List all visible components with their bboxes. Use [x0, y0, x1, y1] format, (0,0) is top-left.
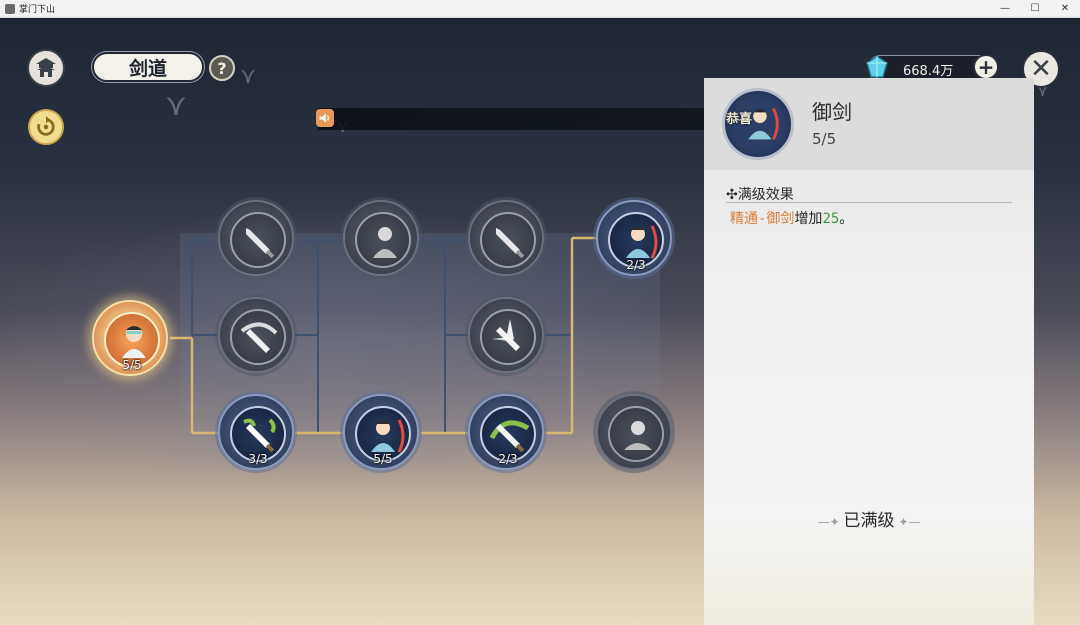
window-close-button[interactable]: ✕ — [1050, 0, 1080, 17]
swordsman-icon — [373, 227, 397, 258]
sword-icon — [496, 228, 525, 259]
skill-level-label: 3/3 — [248, 452, 268, 466]
meditating-figure-icon — [624, 421, 652, 450]
skill-node-sword-master[interactable]: 5/5 — [343, 394, 419, 470]
skill-node-sword-burst[interactable] — [468, 297, 544, 373]
sparkle-icon: ✣ — [726, 187, 738, 203]
ornament-left: —✦ — [817, 515, 844, 529]
skill-level-label: 2/3 — [626, 258, 646, 272]
currency-amount: 668.4万 — [903, 64, 954, 79]
skill-node-root[interactable]: 5/5 — [92, 300, 168, 376]
skill-node-sword-wind[interactable] — [218, 297, 294, 373]
minimize-button[interactable]: — — [990, 0, 1020, 17]
skill-node-meditation[interactable] — [596, 394, 672, 470]
game-scene: ⋎ ⋎ ⋎ ⋎ 剑道 ? 668.4万 + ✕ — [0, 18, 1080, 625]
skill-level-label: 2/3 — [498, 452, 518, 466]
sword-wind-icon — [240, 322, 278, 353]
skill-node-flying-sword[interactable]: 2/3 — [596, 200, 672, 276]
max-level-status: —✦ 已满级 ✦— — [704, 506, 1034, 531]
currency-display: 668.4万 + — [866, 54, 999, 80]
skill-level-label: 5/5 — [122, 358, 142, 372]
max-effect-text: 精通-御剑增加25。 — [730, 211, 854, 227]
skill-node-sword[interactable] — [218, 200, 294, 276]
skill-node-jade-sword[interactable]: 2/3 — [468, 394, 544, 470]
skill-node-sword-2[interactable] — [468, 200, 544, 276]
window-titlebar: 掌门下山 — ☐ ✕ — [0, 0, 1080, 18]
skill-level-label: 5/5 — [373, 452, 393, 466]
sword-icon — [246, 228, 275, 259]
sword-burst-icon — [492, 319, 520, 351]
maximize-button[interactable]: ☐ — [1020, 0, 1050, 17]
add-currency-button[interactable]: + — [973, 54, 999, 80]
divider — [726, 202, 1012, 203]
skill-node-leaf-sword[interactable]: 3/3 — [218, 394, 294, 470]
app-icon — [5, 3, 15, 14]
skill-node-swordsman[interactable] — [343, 200, 419, 276]
skill-tree: 5/5 2/3 3/3 5/5 2/3 — [0, 18, 680, 625]
ornament-right: ✦— — [894, 515, 921, 529]
skill-name: 御剑 — [812, 100, 852, 124]
congrats-tag: 恭喜 — [726, 112, 753, 127]
skill-level: 5/5 — [812, 130, 837, 148]
window-title: 掌门下山 — [19, 5, 56, 15]
jade-gem-icon — [866, 55, 888, 78]
skill-detail-panel: 恭喜 御剑 5/5 ✣满级效果 精通-御剑增加25。 —✦ 已满级 ✦— — [704, 78, 1034, 625]
max-level-label: 已满级 — [843, 511, 895, 531]
max-effect-heading: ✣满级效果 — [726, 187, 794, 203]
